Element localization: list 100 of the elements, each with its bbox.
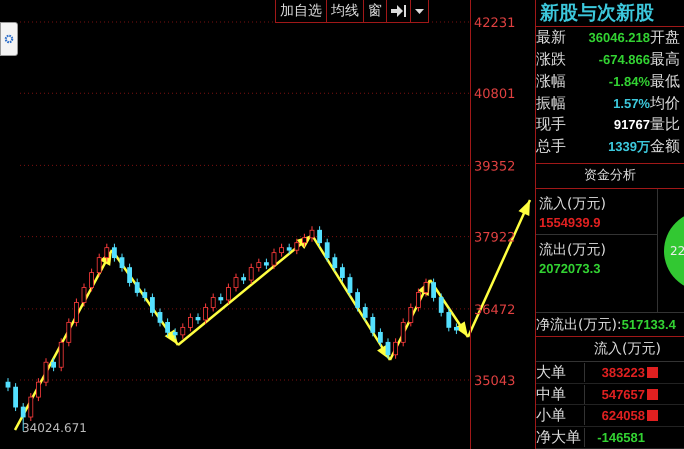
caret-icon <box>415 8 424 14</box>
order-value: 547657 <box>600 386 645 402</box>
candlestick <box>180 322 186 340</box>
candlestick <box>44 358 48 387</box>
candlestick <box>82 283 86 307</box>
candlestick <box>51 358 56 372</box>
quote-value: 1.57% <box>612 96 650 111</box>
quote-label: 最新 <box>536 28 567 48</box>
settings-icon <box>4 34 14 44</box>
candlestick <box>66 318 72 347</box>
candlestick <box>104 243 110 262</box>
candlestick <box>58 338 64 372</box>
candlestick <box>279 243 284 258</box>
candlestick <box>28 392 34 422</box>
order-label: 净大单 <box>536 428 585 448</box>
order-label: 中单 <box>536 384 585 404</box>
candlestick <box>89 268 94 292</box>
candlestick <box>370 312 376 337</box>
candlestick <box>286 243 292 255</box>
candlestick <box>172 328 178 340</box>
pie-label: 22 <box>670 244 684 258</box>
quote-label: 总手 <box>536 137 567 156</box>
candlestick <box>210 293 216 312</box>
bar-marker <box>647 410 658 422</box>
quote-label: 量比 <box>650 115 680 134</box>
candlestick <box>203 302 208 324</box>
quote-label: 均价 <box>650 94 680 113</box>
candlestick <box>6 378 10 392</box>
candlestick <box>340 263 345 282</box>
inflow-value: 1554939.9 <box>538 214 602 232</box>
candlestick <box>416 288 421 312</box>
candlestick <box>120 253 124 272</box>
net-outflow-value: 517133.4 <box>622 317 676 332</box>
quote-label: 涨跌 <box>536 50 567 70</box>
candlestick <box>264 258 269 270</box>
order-value: 383223 <box>600 364 645 380</box>
candlestick <box>302 233 307 248</box>
outflow-value: 2072073.3 <box>538 260 602 278</box>
candlestick <box>165 318 170 337</box>
candlestick <box>150 293 155 317</box>
price-tick-label: 42231 <box>474 16 516 32</box>
section-header: 资金分析 <box>536 163 684 190</box>
quote-label: 金额 <box>650 137 680 156</box>
candlestick <box>272 248 276 270</box>
quote-value: 91767 <box>612 117 650 132</box>
price-tick-label: 35043 <box>474 374 516 390</box>
inflow-label: 流入(万元) <box>538 195 607 214</box>
candlestick <box>355 288 360 312</box>
quote-label: 最高 <box>650 50 680 70</box>
candlestick <box>386 338 390 360</box>
candlestick <box>310 226 314 242</box>
candlestick <box>317 226 322 248</box>
candlestick <box>241 273 246 285</box>
bar-marker <box>647 388 658 400</box>
candlestick <box>188 312 193 332</box>
quote-value: 36046.218 <box>588 30 650 46</box>
candlestick <box>13 382 18 412</box>
candlestick <box>74 298 79 327</box>
candlestick <box>362 302 368 322</box>
candlestick <box>234 273 238 292</box>
table-header: 流入(万元) <box>536 336 684 362</box>
order-label: 小单 <box>536 406 585 426</box>
quote-value: -674.866 <box>598 52 650 68</box>
settings-button[interactable] <box>0 22 18 56</box>
candlestick <box>96 253 102 278</box>
order-value: -146581 <box>596 430 645 446</box>
candlestick <box>36 378 41 402</box>
candlestick <box>127 263 132 288</box>
order-label: 大单 <box>536 362 585 382</box>
quote-label: 最低 <box>650 72 680 91</box>
candlestick <box>378 328 383 347</box>
candlestick <box>424 278 428 297</box>
candlestick <box>454 322 459 335</box>
quote-label: 振幅 <box>536 94 567 113</box>
candlestick <box>294 238 300 255</box>
quote-value: 1339万 <box>607 138 650 156</box>
candlestick <box>348 273 352 297</box>
quote-label: 现手 <box>536 115 567 134</box>
quote-label: 涨幅 <box>536 72 567 91</box>
bar-marker <box>647 366 658 378</box>
candlestick <box>431 278 436 302</box>
candlestick <box>142 288 148 302</box>
candlestick <box>248 263 254 285</box>
candlestick <box>446 308 452 332</box>
net-outflow-label: 净流出(万元): <box>536 316 622 334</box>
outflow-label: 流出(万元) <box>538 241 607 260</box>
candlestick <box>400 318 406 347</box>
candlestick <box>438 293 444 317</box>
candlestick <box>324 238 330 262</box>
arrow-bar-icon <box>391 5 406 17</box>
order-value: 624058 <box>600 408 645 424</box>
candlestick <box>332 253 338 272</box>
quote-value: -1.84% <box>608 74 650 89</box>
candlestick <box>393 338 398 360</box>
candlestick <box>408 302 414 327</box>
price-tick-label: 39352 <box>474 159 516 174</box>
candlestick <box>112 243 117 262</box>
candlestick <box>218 293 224 304</box>
candlestick <box>196 312 200 324</box>
candlestick <box>158 308 162 327</box>
